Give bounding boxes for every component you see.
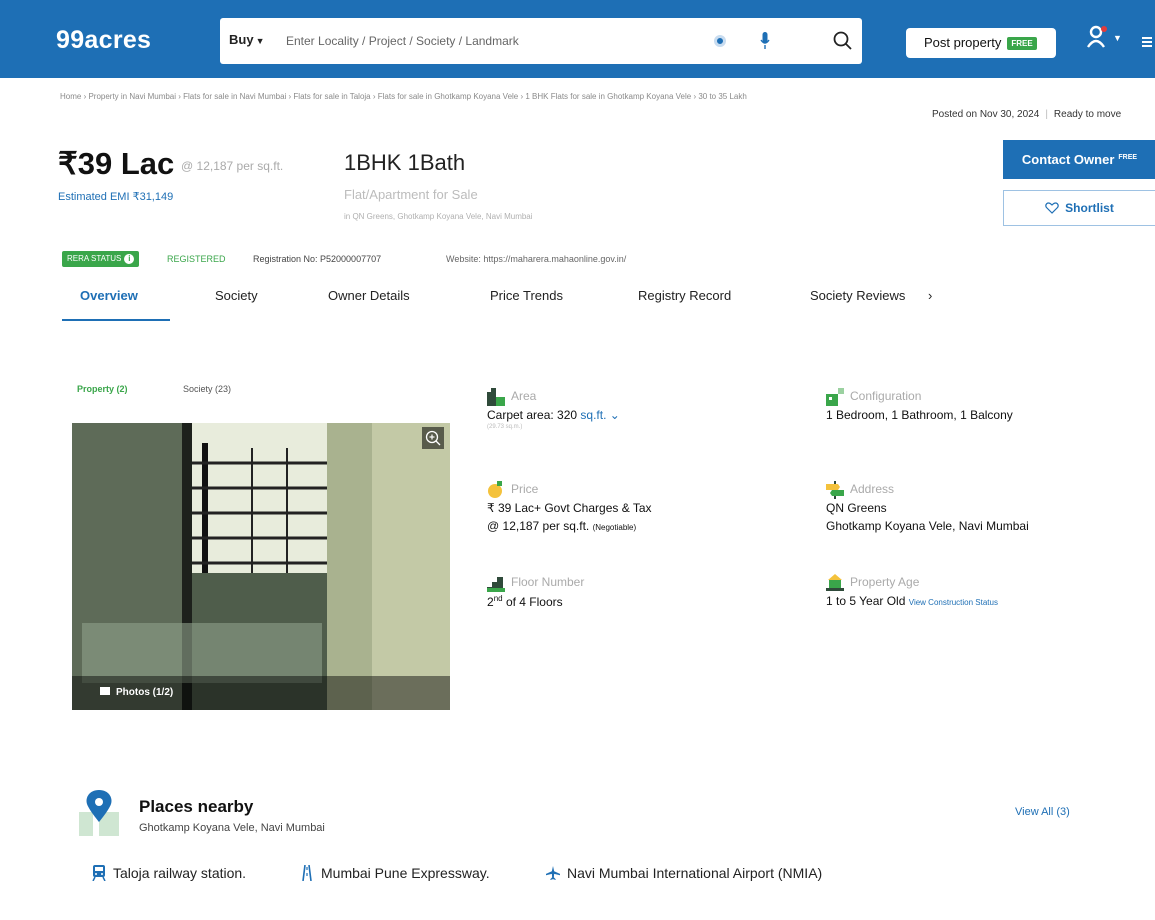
stairs-icon [487, 577, 505, 592]
tab-owner-details[interactable]: Owner Details [328, 288, 410, 303]
media-tab-property[interactable]: Property (2) [77, 384, 128, 394]
detail-floor-number: Floor Number 2nd of 4 Floors [487, 575, 585, 609]
rera-status-badge: RERA STATUS i [62, 251, 140, 267]
detail-price: Price ₹ 39 Lac+ Govt Charges & Tax @ 12,… [487, 481, 652, 533]
chevron-down-icon[interactable]: ▼ [1113, 33, 1122, 43]
signpost-icon [826, 481, 844, 499]
photos-count[interactable]: Photos (1/2) [72, 676, 450, 710]
tab-overview[interactable]: Overview [80, 288, 138, 303]
detail-area: Area Carpet area: 320 sq.ft. ⌄ (29.73 sq… [487, 388, 620, 430]
tab-society[interactable]: Society [215, 288, 258, 303]
train-icon [92, 865, 106, 881]
heart-icon [1045, 202, 1059, 214]
places-nearby-title: Places nearby [139, 797, 254, 816]
shortlist-button[interactable]: Shortlist [1003, 190, 1155, 226]
place-airport[interactable]: Navi Mumbai International Airport (NMIA) [546, 865, 822, 881]
media-tab-society[interactable]: Society (23) [183, 384, 231, 394]
price: ₹39 Lac [58, 146, 175, 181]
listing-title: 1BHK 1Bath [344, 150, 466, 175]
section-tabs: Overview Society Owner Details Price Tre… [0, 288, 1000, 324]
tab-registry-record[interactable]: Registry Record [638, 288, 731, 303]
microphone-icon[interactable] [760, 32, 770, 50]
free-badge: FREE [1007, 37, 1037, 50]
buy-dropdown[interactable]: Buy ▼ [229, 32, 264, 47]
search-icon[interactable] [832, 30, 854, 52]
user-icon[interactable] [1086, 25, 1108, 49]
price-tag-icon [488, 481, 502, 498]
chevron-down-icon: ▼ [255, 36, 265, 46]
breadcrumb[interactable]: Home › Property in Navi Mumbai › Flats f… [60, 92, 747, 101]
road-icon [302, 865, 312, 881]
price-per-sqft: @ 12,187 per sq.ft. [181, 159, 284, 173]
airplane-icon [546, 866, 560, 880]
search-bar: Buy ▼ [220, 18, 862, 64]
location-target-icon[interactable] [714, 35, 726, 47]
view-construction-status-link[interactable]: View Construction Status [909, 598, 998, 607]
logo[interactable]: 99acres [56, 26, 151, 55]
rera-website[interactable]: Website: https://maharera.mahaonline.gov… [446, 254, 626, 264]
estimated-emi-link[interactable]: Estimated EMI ₹31,149 [58, 190, 173, 203]
search-input[interactable] [286, 29, 706, 53]
rera-registered: REGISTERED [167, 254, 226, 264]
listing-address: in QN Greens, Ghotkamp Koyana Vele, Navi… [344, 212, 533, 221]
active-tab-indicator [62, 319, 170, 321]
detail-configuration: Configuration 1 Bedroom, 1 Bathroom, 1 B… [826, 388, 1013, 422]
property-photo[interactable]: Photos (1/2) [72, 423, 450, 710]
chevron-down-icon: ⌄ [609, 408, 620, 422]
chevron-right-icon[interactable]: › [928, 288, 932, 303]
menu-icon[interactable] [1142, 37, 1152, 47]
tab-price-trends[interactable]: Price Trends [490, 288, 563, 303]
places-nearby-subtitle: Ghotkamp Koyana Vele, Navi Mumbai [139, 822, 325, 834]
rera-registration-number: Registration No: P52000007707 [253, 254, 382, 264]
zoom-icon[interactable] [422, 427, 444, 449]
photo-image [72, 423, 450, 710]
tab-society-reviews[interactable]: Society Reviews [810, 288, 905, 303]
area-unit-dropdown[interactable]: sq.ft. ⌄ [580, 408, 619, 422]
top-navigation-bar: 99acres Buy▼ Post propertyFREE ▼ [0, 0, 1155, 78]
listing-subtitle: Flat/Apartment for Sale [344, 187, 478, 202]
info-icon[interactable]: i [124, 254, 135, 264]
map-pin-icon [79, 790, 119, 836]
place-railway-station[interactable]: Taloja railway station. [92, 865, 246, 881]
posted-info: Posted on Nov 30, 2024 | Ready to move [932, 109, 1122, 120]
contact-owner-button[interactable]: Contact Owner FREE [1003, 140, 1155, 179]
place-expressway[interactable]: Mumbai Pune Expressway. [300, 865, 490, 881]
detail-property-age: Property Age 1 to 5 Year Old View Constr… [826, 574, 998, 608]
photo-gallery-icon [100, 687, 110, 695]
post-property-button[interactable]: Post property FREE [906, 28, 1056, 58]
area-icon [487, 388, 505, 406]
configuration-icon [826, 388, 844, 406]
building-age-icon [826, 574, 844, 591]
view-all-places-link[interactable]: View All (3) [1015, 806, 1070, 818]
detail-address: Address QN Greens Ghotkamp Koyana Vele, … [826, 481, 1029, 533]
